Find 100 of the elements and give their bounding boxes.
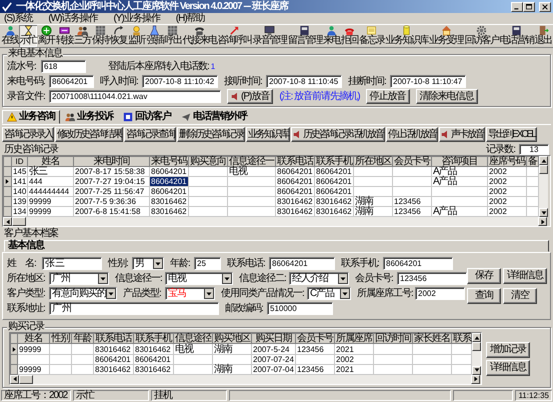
column-header[interactable]: 联系手机 (134, 334, 174, 344)
column-header[interactable]: 信息途径一 (228, 156, 276, 166)
text-field[interactable]: 86064201 (269, 257, 335, 270)
text-field[interactable]: 2002 (415, 287, 465, 300)
column-header[interactable]: 咨询项目 (432, 156, 488, 166)
action-button[interactable]: 修改历史咨询结果 (55, 127, 123, 142)
dropdown[interactable]: 宝马 (165, 287, 215, 300)
tab[interactable]: 电话营销外呼 (176, 110, 252, 124)
toolbar-button[interactable]: 拒回 (340, 25, 358, 47)
column-header[interactable]: 家长姓名 (412, 334, 452, 344)
column-header[interactable]: 年龄 (72, 334, 94, 344)
toolbar-button[interactable]: 备忘录 (358, 25, 386, 47)
action-button[interactable]: 详细信息 (503, 268, 547, 284)
column-header[interactable]: 会员卡号 (392, 156, 432, 166)
action-button[interactable]: 增加记录 (486, 342, 530, 358)
play-button[interactable]: (P)放音 (227, 89, 274, 104)
column-header[interactable]: 信息途径 (174, 334, 212, 344)
scroll-down-button[interactable] (472, 366, 481, 375)
maximize-button[interactable] (523, 2, 535, 12)
text-field[interactable]: 86064201 (49, 75, 94, 88)
toolbar-button[interactable]: 在线 (1, 25, 20, 47)
column-header[interactable]: 购买地区 (212, 334, 252, 344)
text-field[interactable]: 广州 (49, 302, 219, 316)
toolbar-button[interactable]: 咨询呼叫 (217, 25, 252, 47)
toolbar-button[interactable]: 转接 (55, 25, 74, 47)
record-count-field[interactable]: 13 (519, 144, 549, 155)
toolbar-button[interactable]: 回访客户 (464, 25, 499, 47)
toolbar-button[interactable]: 监听 (128, 25, 146, 47)
toolbar-button[interactable]: 恢复 (110, 25, 128, 47)
action-button[interactable]: 业务知识库 (246, 127, 290, 142)
toolbar-button[interactable]: 业务知识库 (385, 25, 429, 47)
action-button[interactable]: 详细信息 (486, 360, 530, 376)
menu-item[interactable]: (S)系统 (4, 13, 32, 24)
column-header[interactable]: 来电时间 (74, 156, 150, 166)
toolbar-button[interactable]: 离开 (37, 25, 56, 47)
text-field[interactable]: 2007-10-8 11:10:42 (142, 75, 218, 88)
action-button[interactable]: 删除历史咨询记录 (177, 127, 245, 142)
text-field[interactable]: 2007-10-8 11:10:45 (266, 75, 342, 88)
toolbar-button[interactable]: 来电 (322, 25, 340, 47)
menu-item[interactable]: (Y)业务操作 (113, 13, 160, 24)
toolbar-button[interactable]: 录音管理 (252, 25, 288, 47)
column-header[interactable]: 姓名 (18, 334, 50, 344)
action-button[interactable]: 声卡放音 (439, 127, 485, 142)
column-header[interactable]: 回访时间 (374, 334, 412, 344)
dropdown[interactable]: C产品 (307, 287, 351, 300)
column-header[interactable]: 所在地区 (354, 156, 392, 166)
scrollbar-thumb[interactable] (12, 217, 26, 226)
close-button[interactable] (539, 2, 551, 12)
row-selector[interactable] (10, 344, 18, 354)
action-button[interactable]: 导出到EXCEL (486, 127, 537, 142)
column-header[interactable]: 所属座席 (334, 334, 374, 344)
action-button[interactable]: 咨询记录录入 (2, 127, 54, 142)
dropdown[interactable]: 广州 (49, 272, 109, 286)
action-button[interactable]: 查询 (467, 288, 501, 304)
column-header[interactable]: 联系电话 (276, 156, 314, 166)
dropdown[interactable]: 经人介绍 (289, 272, 349, 286)
toolbar-button[interactable]: 强插 (146, 25, 164, 47)
column-header[interactable]: 购买意向 (188, 156, 228, 166)
tab[interactable]: 回访客户 (118, 110, 176, 124)
toolbar-button[interactable]: 呼出 (164, 25, 182, 47)
column-header[interactable]: 联系 (452, 334, 472, 344)
scroll-down-button[interactable] (539, 208, 548, 218)
toolbar-button[interactable]: 业务受理 (428, 25, 464, 47)
column-header[interactable]: 性别 (50, 334, 72, 344)
text-field[interactable]: 张三 (42, 257, 102, 270)
tab[interactable]: 业务咨询 (2, 110, 60, 124)
scrollbar-thumb[interactable] (472, 342, 481, 352)
action-button[interactable]: 历史咨询记录话机放音 (291, 127, 385, 142)
horizontal-scrollbar[interactable] (3, 217, 547, 226)
action-button[interactable]: 咨询记录查询 (124, 127, 176, 142)
column-header[interactable]: 购买日期 (252, 334, 296, 344)
scrollbar-thumb[interactable] (539, 165, 548, 174)
text-field[interactable]: 86064201 (383, 257, 453, 270)
action-button[interactable]: 停止放音 (366, 89, 410, 104)
minimize-button[interactable] (511, 2, 523, 12)
dropdown[interactable]: 电视 (165, 272, 233, 286)
text-field[interactable]: 25 (194, 257, 221, 270)
column-header[interactable]: 联系手机 (314, 156, 354, 166)
action-button[interactable]: 清空 (503, 288, 537, 304)
column-header[interactable]: 座席号码 (488, 156, 526, 166)
scroll-right-button[interactable] (538, 217, 547, 226)
text-field[interactable]: 2007-10-8 11:10:47 (390, 75, 466, 88)
dropdown[interactable]: 有意向购买的 (49, 287, 117, 300)
toolbar-button[interactable]: 保持 (91, 25, 110, 47)
scroll-left-button[interactable] (3, 217, 12, 226)
column-header[interactable]: 备 (526, 156, 538, 166)
column-header[interactable]: 来电号码 (150, 156, 188, 166)
scroll-up-button[interactable] (539, 156, 548, 165)
toolbar-button[interactable]: 退出 (534, 25, 552, 47)
menu-item[interactable]: (W)话务操作 (48, 13, 98, 24)
action-button[interactable]: 清除来电信息 (416, 89, 478, 104)
tab[interactable]: 基本信息 (4, 240, 549, 252)
toolbar-button[interactable]: 留言管理 (287, 25, 322, 47)
column-header[interactable]: ID (12, 156, 28, 166)
column-header[interactable]: 姓名 (28, 156, 74, 166)
text-field[interactable]: 123456 (397, 272, 467, 286)
scroll-up-button[interactable] (472, 333, 481, 342)
text-field[interactable]: 510000 (267, 302, 333, 316)
action-button[interactable]: 停止话机放音 (386, 127, 438, 142)
row-selector[interactable] (4, 176, 12, 187)
